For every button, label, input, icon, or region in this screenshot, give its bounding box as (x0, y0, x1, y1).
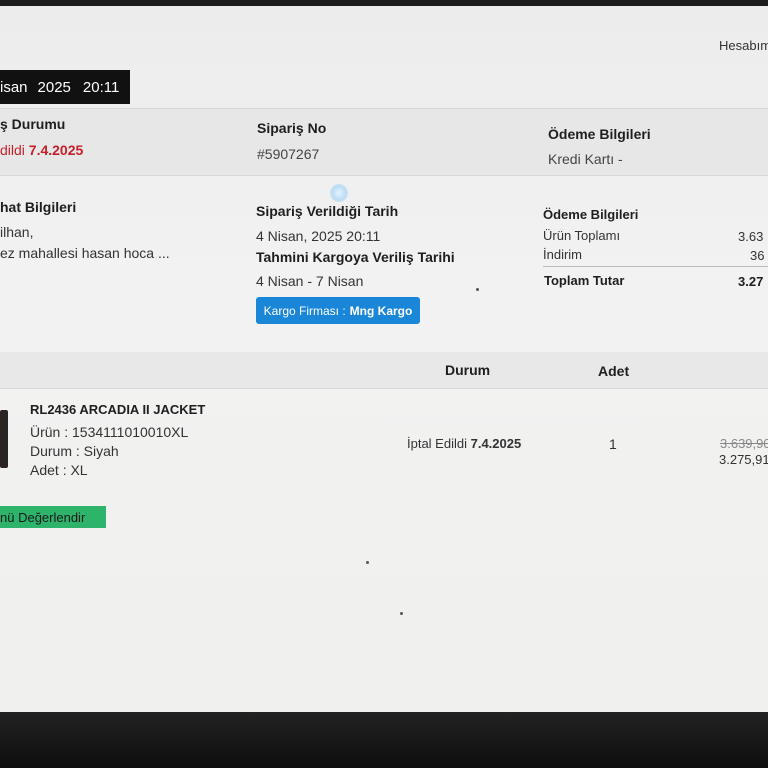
order-status-value: dildi 7.4.2025 (0, 142, 83, 158)
products-total-value: 3.63 (738, 229, 764, 244)
delivery-info-label: hat Bilgileri (0, 199, 77, 215)
order-date-label: Sipariş Verildiği Tarih (256, 203, 399, 219)
payment-value: Kredi Kartı - (548, 151, 623, 167)
discount-value: 36 (750, 248, 765, 263)
order-date-value: 4 Nisan, 2025 20:11 (256, 228, 381, 244)
review-product-button[interactable]: nü Değerlendir (0, 506, 106, 528)
product-name[interactable]: RL2436 ARCADIA II JACKET (30, 402, 205, 417)
product-color: Durum : Siyah (30, 443, 119, 459)
total-amount-label: Toplam Tutar (544, 273, 625, 288)
product-code: Ürün : 1534111010010XL (30, 424, 189, 440)
order-date-year: 2025 (37, 78, 71, 96)
monitor-bezel (0, 712, 768, 768)
order-date-day-month: isan (0, 78, 28, 96)
product-size: Adet : XL (30, 462, 88, 478)
order-no-value: #5907267 (257, 146, 320, 162)
item-status: İptal Edildi 7.4.2025 (407, 436, 521, 451)
dust-speck (476, 288, 479, 291)
item-new-price: 3.275,91 (719, 452, 768, 467)
estimated-ship-label: Tahmini Kargoya Veriliş Tarihi (256, 249, 455, 265)
totals-divider (543, 266, 768, 267)
delivery-address: ez mahallesi hasan hoca ... (0, 245, 170, 261)
order-status-date: 7.4.2025 (28, 142, 84, 158)
cargo-company-name: Mng Kargo (349, 303, 413, 318)
items-table-header (0, 352, 768, 389)
order-summary-band (0, 108, 768, 176)
screen: Hesabım isan 2025 20:11 ş Durumu dildi 7… (0, 0, 768, 712)
total-amount-value: 3.27 (738, 274, 764, 289)
payment-info-label: Ödeme Bilgileri (543, 207, 639, 222)
order-date-bar: isan 2025 20:11 (0, 70, 130, 104)
estimated-ship-value: 4 Nisan - 7 Nisan (256, 273, 364, 289)
item-old-price: 3.639,90 (720, 436, 768, 451)
column-header-qty: Adet (598, 363, 630, 379)
order-no-label: Sipariş No (257, 120, 327, 136)
item-qty: 1 (609, 436, 617, 452)
column-header-status: Durum (445, 362, 491, 378)
payment-label: Ödeme Bilgileri (548, 126, 651, 142)
discount-label: İndirim (543, 247, 583, 262)
dust-speck (366, 561, 369, 564)
cargo-company-label: Kargo Firması : (263, 303, 346, 318)
product-thumbnail[interactable] (0, 410, 8, 468)
screen-glare (330, 184, 348, 202)
products-total-label: Ürün Toplamı (543, 228, 621, 243)
item-status-prefix: İptal Edildi (407, 436, 467, 451)
order-date-time: 20:11 (82, 78, 120, 96)
item-status-date: 7.4.2025 (470, 436, 522, 451)
order-status-label: ş Durumu (0, 116, 66, 132)
dust-speck (400, 612, 403, 615)
order-status-prefix: dildi (0, 142, 25, 158)
delivery-name: ilhan, (0, 224, 34, 240)
cargo-company-badge: Kargo Firması : Mng Kargo (256, 297, 420, 324)
account-link[interactable]: Hesabım (719, 38, 768, 53)
